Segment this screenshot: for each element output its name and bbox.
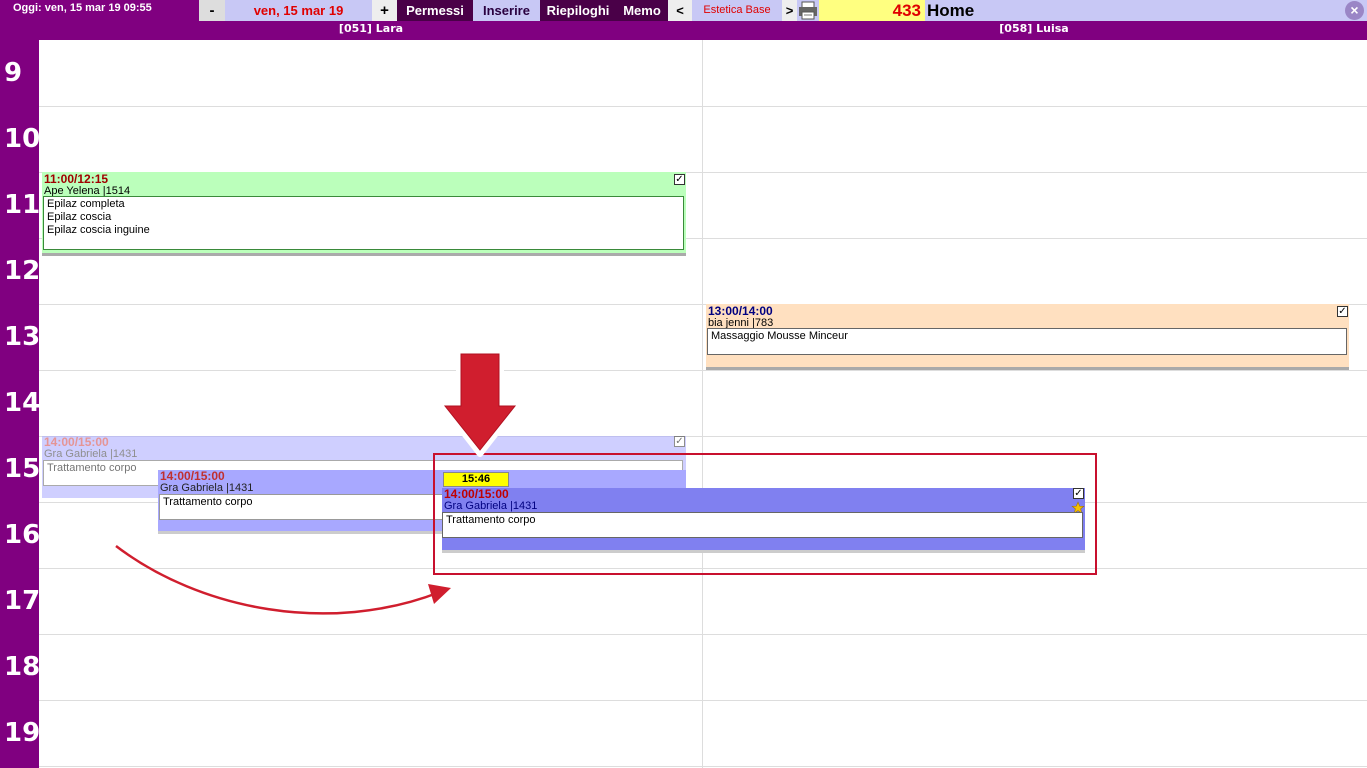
grid-line [39,370,1367,371]
hour-label: 12 [4,256,41,286]
menu-riepiloghi[interactable]: Riepiloghi [540,0,616,21]
appointment-checkbox: ✓ [674,436,685,447]
hour-label: 13 [4,322,41,352]
appointment-checkbox[interactable]: ✓ [1073,488,1084,499]
agenda-name[interactable]: Estetica Base [692,0,782,21]
curved-arrow-icon [110,540,460,630]
hour-label: 16 [4,520,41,550]
hour-column: 9 10 11 12 13 14 15 16 17 18 19 [0,40,41,768]
column-header-lara: [051] Lara [338,22,404,35]
home-link[interactable]: Home [925,0,1367,21]
drag-time-badge: 15:46 [443,472,509,487]
appointment-time: 14:00/15:00 [44,435,109,449]
hour-label: 9 [4,58,23,88]
appointment-card[interactable]: 11:00/12:15 Ape Yelena |1514 ✓ Epilaz co… [42,172,686,256]
next-agenda-button[interactable]: > [782,0,797,21]
top-bar: Oggi: ven, 15 mar 19 09:55 - ven, 15 mar… [0,0,1367,21]
prev-agenda-button[interactable]: < [668,0,692,21]
column-divider [702,40,703,768]
appointment-card-dragged[interactable]: 14:00/15:00 Gra Gabriela |1431 ✓ Trattam… [442,488,1085,553]
appointment-time: 13:00/14:00 [708,304,773,318]
service-item: Epilaz completa [47,198,125,210]
grid-line [39,766,1367,767]
hour-label: 15 [4,454,41,484]
menu-memo[interactable]: Memo [616,0,668,21]
service-item: Massaggio Mousse Minceur [711,330,848,342]
grid-line [39,634,1367,635]
count-value: 433 [819,0,925,21]
hour-label: 19 [4,718,41,748]
service-item: Epilaz coscia inguine [47,224,150,236]
printer-icon[interactable] [797,0,819,21]
appointment-checkbox[interactable]: ✓ [1337,306,1348,317]
column-header-row: [051] Lara [058] Luisa [0,21,1367,40]
menu-inserire[interactable]: Inserire [473,0,540,21]
next-day-button[interactable]: + [372,0,397,21]
close-icon[interactable]: × [1345,1,1364,20]
hour-label: 18 [4,652,41,682]
prev-day-button[interactable]: - [199,0,225,21]
appointment-services: Trattamento corpo [442,512,1083,538]
current-date[interactable]: ven, 15 mar 19 [225,0,372,21]
service-item: Epilaz coscia [47,211,112,223]
hour-label: 17 [4,586,41,616]
appointment-time: 14:00/15:00 [444,487,509,501]
appointment-services: Massaggio Mousse Minceur [707,328,1347,355]
today-label: Oggi: ven, 15 mar 19 09:55 [13,2,152,14]
hour-label: 14 [4,388,41,418]
appointment-checkbox[interactable]: ✓ [674,174,685,185]
hour-label: 10 [4,124,41,154]
appointment-client: Gra Gabriela |1431 [444,500,538,512]
appointment-card[interactable]: 13:00/14:00 bia jenni |783 ✓ Massaggio M… [706,304,1349,370]
appointment-services: Epilaz completa Epilaz coscia Epilaz cos… [43,196,684,250]
column-header-luisa: [058] Luisa [999,22,1069,35]
hour-label: 11 [4,190,41,220]
menu-permessi[interactable]: Permessi [397,0,473,21]
service-item: Trattamento corpo [446,514,536,526]
grid-line [39,106,1367,107]
appointment-time: 11:00/12:15 [44,172,109,186]
down-arrow-icon [437,348,525,460]
grid-line [39,700,1367,701]
